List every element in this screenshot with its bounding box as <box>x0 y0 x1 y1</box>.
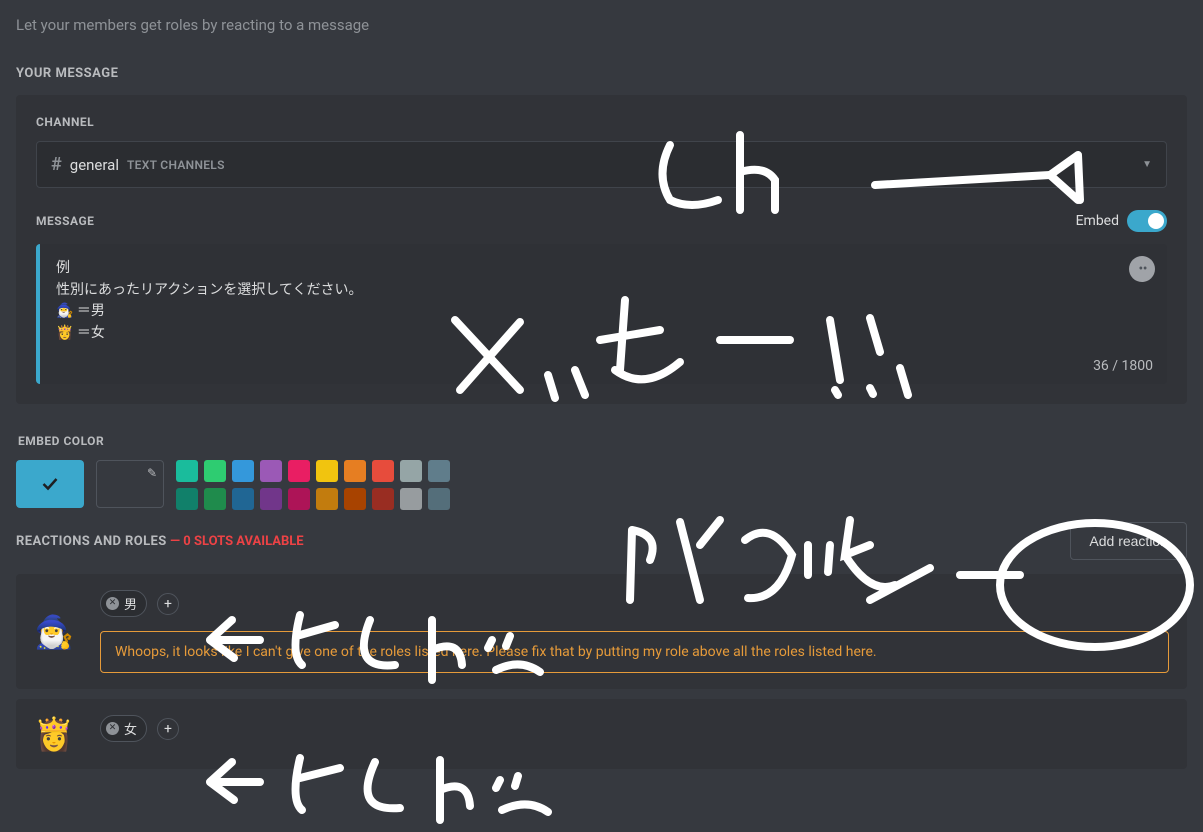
embed-line-2: 性別にあったリアクションを選択してください。 <box>56 280 1151 302</box>
channel-label: CHANNEL <box>36 115 1167 129</box>
check-icon <box>42 477 58 491</box>
color-swatch[interactable] <box>204 488 226 510</box>
channel-type: TEXT CHANNELS <box>127 158 225 172</box>
message-label: MESSAGE <box>36 214 94 228</box>
color-swatch[interactable] <box>260 460 282 482</box>
message-embed[interactable]: 例 性別にあったリアクションを選択してください。 🧙‍♂️ ＝男 👸 ＝女 • … <box>36 244 1167 384</box>
color-swatch[interactable] <box>428 488 450 510</box>
char-count: 36 / 1800 <box>1093 358 1153 374</box>
color-swatch[interactable] <box>344 460 366 482</box>
color-selected-preview[interactable] <box>16 460 84 508</box>
embed-toggle[interactable] <box>1127 210 1167 232</box>
remove-role-icon[interactable]: ✕ <box>106 597 119 610</box>
channel-name: general <box>70 156 119 174</box>
embed-line-3: 🧙‍♂️ ＝男 <box>56 301 1151 323</box>
color-swatch[interactable] <box>176 460 198 482</box>
embed-color-label: EMBED COLOR <box>18 434 1187 448</box>
add-reaction-button[interactable]: Add reaction <box>1070 522 1187 560</box>
color-swatch[interactable] <box>176 488 198 510</box>
color-swatch[interactable] <box>288 460 310 482</box>
reactions-heading: REACTIONS AND ROLES <box>16 534 167 549</box>
reaction-panel: 🧙‍♂️✕男+Whoops, it looks like I can't giv… <box>16 574 1187 689</box>
reaction-emoji[interactable]: 🧙‍♂️ <box>34 613 82 651</box>
role-name: 男 <box>124 594 137 613</box>
color-swatch[interactable] <box>372 488 394 510</box>
color-swatch[interactable] <box>400 460 422 482</box>
reaction-emoji[interactable]: 👸 <box>34 715 82 753</box>
role-warning: Whoops, it looks like I can't give one o… <box>100 631 1169 673</box>
add-role-button[interactable]: + <box>157 593 179 615</box>
your-message-panel: CHANNEL # general TEXT CHANNELS ▼ MESSAG… <box>16 95 1187 404</box>
color-custom-preview[interactable]: ✎ <box>96 460 164 508</box>
color-swatch[interactable] <box>260 488 282 510</box>
color-swatch[interactable] <box>316 460 338 482</box>
chevron-down-icon: ▼ <box>1142 159 1152 170</box>
color-swatch[interactable] <box>316 488 338 510</box>
eyedropper-icon: ✎ <box>147 466 157 480</box>
embed-menu-button[interactable]: • • <box>1129 256 1155 282</box>
add-role-button[interactable]: + <box>157 718 179 740</box>
embed-line-1: 例 <box>56 258 1151 280</box>
color-swatch[interactable] <box>232 460 254 482</box>
color-swatch[interactable] <box>204 460 226 482</box>
color-swatch[interactable] <box>428 460 450 482</box>
role-chip[interactable]: ✕男 <box>100 590 147 617</box>
role-chip[interactable]: ✕女 <box>100 715 147 742</box>
color-swatch[interactable] <box>344 488 366 510</box>
channel-select[interactable]: # general TEXT CHANNELS ▼ <box>36 141 1167 188</box>
color-swatch[interactable] <box>288 488 310 510</box>
reaction-panel: 👸✕女+ <box>16 699 1187 769</box>
hash-icon: # <box>51 154 62 175</box>
color-swatch[interactable] <box>372 460 394 482</box>
color-grid <box>176 460 450 510</box>
role-name: 女 <box>124 719 137 738</box>
remove-role-icon[interactable]: ✕ <box>106 722 119 735</box>
slots-available: — 0 SLOTS AVAILABLE <box>170 534 304 549</box>
your-message-heading: YOUR MESSAGE <box>16 66 1187 81</box>
color-swatch[interactable] <box>232 488 254 510</box>
color-swatch[interactable] <box>400 488 422 510</box>
embed-line-4: 👸 ＝女 <box>56 323 1151 345</box>
page-subtitle: Let your members get roles by reacting t… <box>16 16 1187 34</box>
embed-toggle-label: Embed <box>1076 213 1119 229</box>
embed-color-row: ✎ <box>16 460 1187 510</box>
